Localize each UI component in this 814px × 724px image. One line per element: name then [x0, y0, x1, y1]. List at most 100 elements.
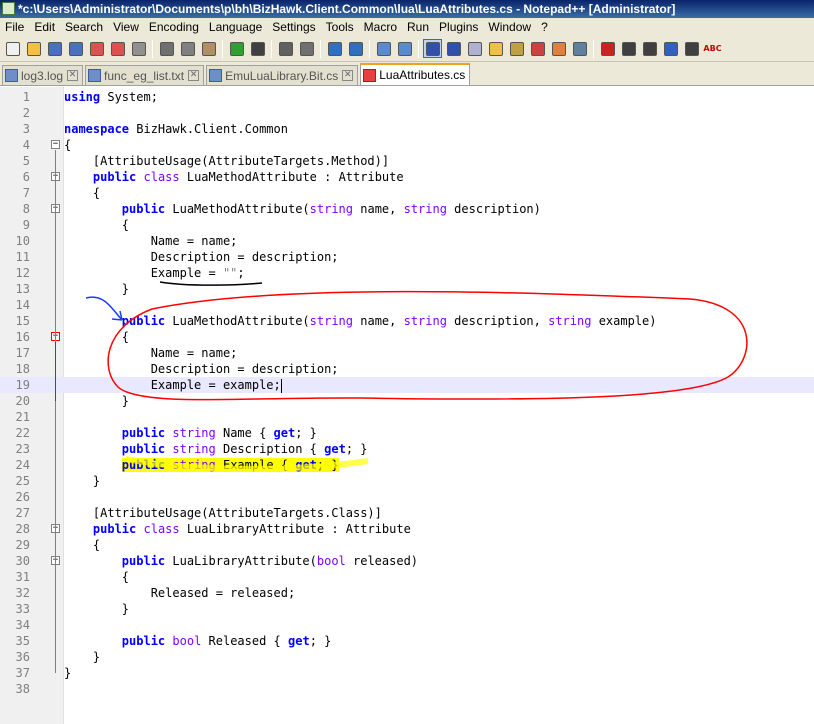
- monitor-button[interactable]: [570, 39, 589, 58]
- redo-button[interactable]: [248, 39, 267, 58]
- copy-button[interactable]: [178, 39, 197, 58]
- show-all-chars-icon: [446, 41, 461, 56]
- menu-macro[interactable]: Macro: [359, 18, 402, 36]
- code-line[interactable]: 16− {: [0, 329, 814, 345]
- menu-settings[interactable]: Settings: [267, 18, 320, 36]
- code-line[interactable]: 20 }: [0, 393, 814, 409]
- menu-encoding[interactable]: Encoding: [144, 18, 204, 36]
- code-line[interactable]: 29 {: [0, 537, 814, 553]
- code-line[interactable]: 34: [0, 617, 814, 633]
- menu-run[interactable]: Run: [402, 18, 434, 36]
- menu-view[interactable]: View: [108, 18, 144, 36]
- code-line[interactable]: 6− public class LuaMethodAttribute : Att…: [0, 169, 814, 185]
- menu-plugins[interactable]: Plugins: [434, 18, 483, 36]
- tab-close-icon[interactable]: ✕: [342, 70, 354, 81]
- tab-log3-log[interactable]: log3.log ✕: [2, 65, 84, 85]
- code-line[interactable]: 31 {: [0, 569, 814, 585]
- sync-horizontal-button[interactable]: [395, 39, 414, 58]
- new-file-button[interactable]: [3, 39, 22, 58]
- tab-close-icon[interactable]: ✕: [188, 70, 200, 81]
- code-line[interactable]: 5 [AttributeUsage(AttributeTargets.Metho…: [0, 153, 814, 169]
- print-button[interactable]: [129, 39, 148, 58]
- code-line[interactable]: 23 public string Description { get; }: [0, 441, 814, 457]
- window-title-bar[interactable]: *c:\Users\Administrator\Documents\p\bh\B…: [0, 0, 814, 18]
- code-line[interactable]: 11 Description = description;: [0, 249, 814, 265]
- close-button[interactable]: [87, 39, 106, 58]
- tab-emulualibrary-bit-cs[interactable]: EmuLuaLibrary.Bit.cs ✕: [206, 65, 359, 85]
- save-all-button[interactable]: [66, 39, 85, 58]
- run-macro-multiple-button[interactable]: [661, 39, 680, 58]
- code-line[interactable]: 9 {: [0, 217, 814, 233]
- tab-close-icon[interactable]: ✕: [67, 70, 79, 81]
- code-line[interactable]: 2: [0, 105, 814, 121]
- paste-button[interactable]: [199, 39, 218, 58]
- zoom-out-button[interactable]: [346, 39, 365, 58]
- tab-func-eg-list-txt[interactable]: func_eg_list.txt ✕: [85, 65, 205, 85]
- code-line[interactable]: 26: [0, 489, 814, 505]
- menu-tools[interactable]: Tools: [321, 18, 359, 36]
- play-macro-button[interactable]: [640, 39, 659, 58]
- code-line[interactable]: 24 public string Example { get; }: [0, 457, 814, 473]
- spell-check-button[interactable]: ABC: [703, 39, 722, 58]
- code-line[interactable]: 22 public string Name { get; }: [0, 425, 814, 441]
- save-button[interactable]: [45, 39, 64, 58]
- code-line[interactable]: 30− public LuaLibraryAttribute(bool rele…: [0, 553, 814, 569]
- line-number: 22: [15, 426, 30, 440]
- undo-button[interactable]: [227, 39, 246, 58]
- code-line[interactable]: 21: [0, 409, 814, 425]
- code-line[interactable]: 10 Name = name;: [0, 233, 814, 249]
- sync-vertical-button[interactable]: [374, 39, 393, 58]
- tab-luaattributes-cs[interactable]: LuaAttributes.cs: [360, 63, 471, 85]
- code-line[interactable]: 33 }: [0, 601, 814, 617]
- menu-search[interactable]: Search: [60, 18, 108, 36]
- code-line[interactable]: 7 {: [0, 185, 814, 201]
- fold-toggle-icon[interactable]: −: [51, 140, 60, 149]
- code-line[interactable]: 38: [0, 681, 814, 697]
- line-number: 31: [15, 570, 30, 584]
- cut-button[interactable]: [157, 39, 176, 58]
- open-file-button[interactable]: [24, 39, 43, 58]
- indent-guide-button[interactable]: [465, 39, 484, 58]
- stop-record-button[interactable]: [619, 39, 638, 58]
- menu-help[interactable]: ?: [536, 18, 553, 36]
- code-line[interactable]: 18 Description = description;: [0, 361, 814, 377]
- menu-language[interactable]: Language: [204, 18, 267, 36]
- code-line[interactable]: 15 public LuaMethodAttribute(string name…: [0, 313, 814, 329]
- code-editor[interactable]: 1 using System; 2 3 namespace BizHawk.Client…: [0, 87, 814, 724]
- line-number: 34: [15, 618, 30, 632]
- code-line[interactable]: 27 [AttributeUsage(AttributeTargets.Clas…: [0, 505, 814, 521]
- code-line[interactable]: 35 public bool Released { get; }: [0, 633, 814, 649]
- tab-label: LuaAttributes.cs: [379, 68, 466, 82]
- save-macro-button[interactable]: [682, 39, 701, 58]
- code-line[interactable]: 14: [0, 297, 814, 313]
- user-language-button[interactable]: [486, 39, 505, 58]
- code-line[interactable]: 25 }: [0, 473, 814, 489]
- code-line[interactable]: 28− public class LuaLibraryAttribute : A…: [0, 521, 814, 537]
- code-line[interactable]: 32 Released = released;: [0, 585, 814, 601]
- code-line[interactable]: 3 namespace BizHawk.Client.Common: [0, 121, 814, 137]
- show-all-chars-button[interactable]: [444, 39, 463, 58]
- find-button[interactable]: [276, 39, 295, 58]
- folder-workspace-button[interactable]: [549, 39, 568, 58]
- menu-window[interactable]: Window: [483, 18, 536, 36]
- code-line[interactable]: 36 }: [0, 649, 814, 665]
- function-list-button[interactable]: [528, 39, 547, 58]
- code-line[interactable]: 13 }: [0, 281, 814, 297]
- code-line[interactable]: 1 using System;: [0, 89, 814, 105]
- record-macro-button[interactable]: [598, 39, 617, 58]
- code-line[interactable]: 17 Name = name;: [0, 345, 814, 361]
- line-number: 36: [15, 650, 30, 664]
- code-line[interactable]: 19 Example = example;: [0, 377, 814, 393]
- zoom-in-button[interactable]: [325, 39, 344, 58]
- word-wrap-button[interactable]: [423, 39, 442, 58]
- close-all-button[interactable]: [108, 39, 127, 58]
- doc-map-button[interactable]: [507, 39, 526, 58]
- menu-file[interactable]: File: [0, 18, 29, 36]
- code-line[interactable]: 8− public LuaMethodAttribute(string name…: [0, 201, 814, 217]
- menu-edit[interactable]: Edit: [29, 18, 60, 36]
- code-line[interactable]: 4 −{: [0, 137, 814, 153]
- code-line[interactable]: 12 Example = "";: [0, 265, 814, 281]
- replace-button[interactable]: [297, 39, 316, 58]
- code-line[interactable]: 37}: [0, 665, 814, 681]
- line-number: 1: [22, 90, 30, 104]
